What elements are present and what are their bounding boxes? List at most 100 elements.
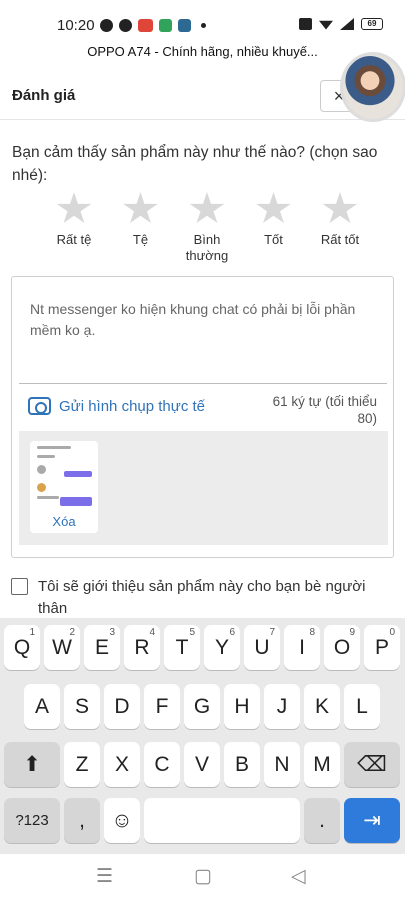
key-k[interactable]: K <box>304 684 340 729</box>
star-icon[interactable] <box>56 192 92 223</box>
battery-icon: 69 <box>361 18 383 30</box>
app-notification-icon <box>159 19 172 32</box>
key-u[interactable]: U7 <box>244 625 280 670</box>
period-key[interactable]: . <box>304 798 340 843</box>
key-l[interactable]: L <box>344 684 380 729</box>
key-a[interactable]: A <box>24 684 60 729</box>
thumbnail-avatar <box>37 483 46 492</box>
key-number-hint: 8 <box>309 627 315 638</box>
star-icon[interactable] <box>322 192 358 223</box>
system-icons: 69 <box>299 18 383 30</box>
star-option-1[interactable]: Rất tệ <box>42 192 106 264</box>
key-label: O <box>333 636 351 659</box>
on-screen-keyboard: Q1 W2 E3 R4 T5 Y6 U7 I8 O9 P0 A S D F G … <box>0 618 405 854</box>
star-option-4[interactable]: Tốt <box>242 192 306 264</box>
star-label: Rất tốt <box>320 232 360 247</box>
emoji-key[interactable]: ☺ <box>104 798 140 843</box>
thumbnail-bubble <box>60 497 92 506</box>
key-number-hint: 3 <box>109 627 115 638</box>
chat-head-avatar[interactable] <box>340 52 405 122</box>
key-y[interactable]: Y6 <box>204 625 240 670</box>
key-j[interactable]: J <box>264 684 300 729</box>
star-label: Bình thường <box>185 232 229 263</box>
numbers-key[interactable]: ?123 <box>4 798 60 843</box>
status-bar: 10:20 69 <box>0 0 405 44</box>
comma-key[interactable]: , <box>64 798 100 843</box>
key-r[interactable]: R4 <box>124 625 160 670</box>
key-e[interactable]: E3 <box>84 625 120 670</box>
recommend-checkbox[interactable] <box>11 578 28 595</box>
key-number-hint: 9 <box>349 627 355 638</box>
delete-photo-button[interactable]: Xóa <box>30 514 98 529</box>
review-divider <box>19 383 387 384</box>
key-s[interactable]: S <box>64 684 100 729</box>
key-label: U <box>254 636 270 659</box>
review-form-box: Nt messenger ko hiện khung chat có phải … <box>11 276 394 558</box>
thumbnail-line <box>37 496 59 499</box>
upload-photo-label[interactable]: Gửi hình chụp thực tế <box>59 398 205 415</box>
star-option-5[interactable]: Rất tốt <box>308 192 372 264</box>
space-key[interactable] <box>144 798 300 843</box>
back-nav-button[interactable]: ◁ <box>291 867 306 887</box>
key-label: Y <box>214 636 229 659</box>
notification-icons <box>100 19 206 32</box>
key-t[interactable]: T5 <box>164 625 200 670</box>
backspace-key[interactable]: ⌫ <box>344 742 400 787</box>
key-number-hint: 7 <box>269 627 275 638</box>
uploaded-photo-thumbnail[interactable]: Xóa <box>30 441 98 533</box>
key-label: W <box>52 636 72 659</box>
photo-preview-area: Xóa <box>19 431 388 545</box>
app-notification-icon <box>178 19 191 32</box>
star-rating: Rất tệ Tệ Bình thường Tốt Rất tốt <box>42 192 372 264</box>
star-icon[interactable] <box>189 192 225 223</box>
menu-nav-button[interactable]: ☰ <box>96 867 113 887</box>
wifi-icon <box>319 20 333 30</box>
key-z[interactable]: Z <box>64 742 100 787</box>
key-b[interactable]: B <box>224 742 260 787</box>
key-g[interactable]: G <box>184 684 220 729</box>
key-w[interactable]: W2 <box>44 625 80 670</box>
key-n[interactable]: N <box>264 742 300 787</box>
key-label: T <box>175 636 189 659</box>
star-icon[interactable] <box>256 192 291 223</box>
thumbnail-bubble <box>64 471 92 477</box>
key-m[interactable]: M <box>304 742 340 787</box>
star-option-2[interactable]: Tệ <box>109 192 173 264</box>
facebook-icon <box>119 19 132 32</box>
messenger-icon <box>100 19 113 32</box>
enter-key[interactable]: ⇥ <box>344 798 400 843</box>
recommend-option[interactable]: Tôi sẽ giới thiệu sản phẩm này cho bạn b… <box>11 576 396 620</box>
thumbnail-line <box>37 455 55 458</box>
key-q[interactable]: Q1 <box>4 625 40 670</box>
key-number-hint: 5 <box>189 627 195 638</box>
key-o[interactable]: O9 <box>324 625 360 670</box>
home-nav-button[interactable]: ▢ <box>194 867 212 887</box>
star-option-3[interactable]: Bình thường <box>175 192 239 264</box>
key-number-hint: 6 <box>229 627 235 638</box>
page-heading: OPPO A74 - Chính hãng, nhiều khuyế... <box>87 44 318 59</box>
status-time: 10:20 <box>57 17 95 34</box>
key-number-hint: 2 <box>69 627 75 638</box>
key-h[interactable]: H <box>224 684 260 729</box>
key-c[interactable]: C <box>144 742 180 787</box>
shift-key[interactable]: ⬆ <box>4 742 60 787</box>
star-icon[interactable] <box>123 192 158 223</box>
key-v[interactable]: V <box>184 742 220 787</box>
key-number-hint: 4 <box>149 627 155 638</box>
key-d[interactable]: D <box>104 684 140 729</box>
character-count: 61 ký tự (tối thiểu 80) <box>272 394 377 426</box>
upload-photo-button[interactable]: Gửi hình chụp thực tế <box>28 397 205 415</box>
review-textarea[interactable]: Nt messenger ko hiện khung chat có phải … <box>30 299 380 341</box>
key-p[interactable]: P0 <box>364 625 400 670</box>
key-x[interactable]: X <box>104 742 140 787</box>
key-label: E <box>94 636 109 659</box>
key-label: I <box>299 636 305 659</box>
star-label: Rất tệ <box>56 232 92 247</box>
key-label: R <box>134 636 150 659</box>
key-i[interactable]: I8 <box>284 625 320 670</box>
key-f[interactable]: F <box>144 684 180 729</box>
signal-icon <box>340 18 354 30</box>
key-number-hint: 0 <box>389 627 395 638</box>
camera-icon[interactable] <box>28 397 51 415</box>
key-label: Q <box>13 636 31 659</box>
